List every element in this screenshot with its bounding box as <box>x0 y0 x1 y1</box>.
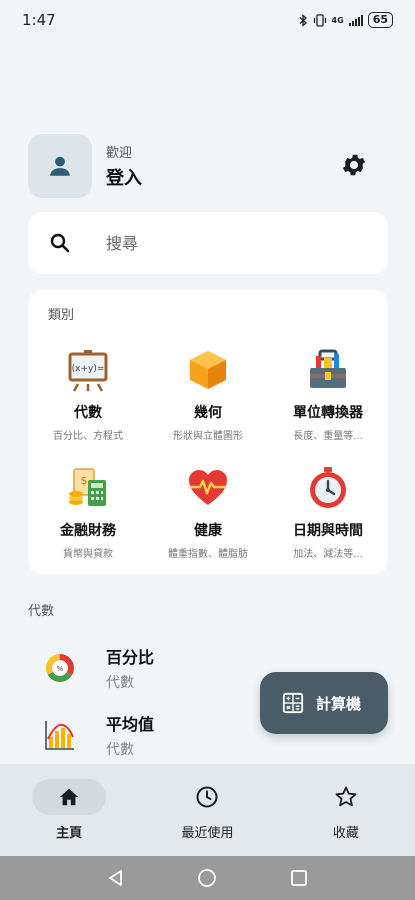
list-sub: 代數 <box>106 742 134 758</box>
battery-indicator: 65 <box>367 12 393 28</box>
nav-recent-pill[interactable] <box>170 779 244 815</box>
section-title: 代數 <box>28 604 55 619</box>
easel-algebra-icon: (x+y)= <box>68 350 108 392</box>
category-sub: 形狀與立體圖形 <box>173 431 243 442</box>
signal-icon <box>348 14 363 26</box>
heart-icon <box>189 470 227 505</box>
welcome-block: 歡迎 登入 <box>106 142 142 190</box>
vibrate-icon <box>313 13 326 27</box>
category-sub: 貨幣與貸款 <box>63 549 113 560</box>
svg-text:%: % <box>57 665 64 673</box>
list-title: 平均值 <box>106 715 155 734</box>
category-card: 類別 (x+y)= 代數 百分比、方程式 幾何 形狀與立體圖形 單位轉換器 長度… <box>28 290 388 574</box>
category-sub: 長度、重量等... <box>293 431 363 442</box>
category-sub: 體重指數、體脂肪 <box>168 549 248 560</box>
login-link[interactable]: 登入 <box>106 164 142 190</box>
category-name: 金融財務 <box>60 523 116 539</box>
list-title: 百分比 <box>106 648 155 667</box>
system-navigation <box>0 856 415 900</box>
category-name: 健康 <box>194 523 222 539</box>
calculator-label: 計算機 <box>316 694 362 713</box>
stopwatch-icon <box>310 467 346 508</box>
category-name: 代數 <box>74 405 102 421</box>
category-finance[interactable]: $ 金融財務 貨幣與貸款 <box>28 466 148 562</box>
home-button[interactable] <box>196 867 218 889</box>
calculator-button[interactable]: 計算機 <box>260 672 388 734</box>
search-icon <box>50 233 70 253</box>
list-sub: 代數 <box>106 675 134 691</box>
list-texts: 平均值 代數 <box>106 711 154 759</box>
status-time: 1:47 <box>22 11 56 29</box>
category-algebra[interactable]: (x+y)= 代數 百分比、方程式 <box>28 348 148 444</box>
calculator-icon <box>282 692 304 714</box>
person-icon <box>50 156 70 176</box>
nav-recent[interactable]: 最近使用 <box>138 764 276 856</box>
bottom-navigation: 主頁 最近使用 收藏 <box>0 764 415 856</box>
star-icon <box>335 786 357 807</box>
toolbox-icon <box>310 349 346 388</box>
back-button[interactable] <box>105 867 127 889</box>
avatar[interactable] <box>28 134 92 198</box>
search-bar[interactable] <box>28 212 388 274</box>
list-item-average[interactable]: 平均值 代數 <box>44 707 244 763</box>
bar-chart-icon <box>45 721 74 750</box>
category-health[interactable]: 健康 體重指數、體脂肪 <box>148 466 268 562</box>
category-date-time[interactable]: 日期與時間 加法、減法等... <box>268 466 388 562</box>
nav-recent-label: 最近使用 <box>181 826 234 841</box>
percent-ring-icon: % <box>46 654 74 682</box>
category-name: 幾何 <box>194 405 222 421</box>
list-texts: 百分比 代數 <box>106 644 154 692</box>
category-sub: 百分比、方程式 <box>53 431 123 442</box>
nav-favorites-pill[interactable] <box>309 779 383 815</box>
recents-button[interactable] <box>288 867 310 889</box>
list-item-percentage[interactable]: % 百分比 代數 <box>44 640 244 696</box>
nav-home-label: 主頁 <box>56 826 83 841</box>
gear-icon[interactable] <box>340 151 368 179</box>
recents-square-icon <box>291 870 308 886</box>
welcome-label: 歡迎 <box>106 146 133 161</box>
category-unit-converter[interactable]: 單位轉換器 長度、重量等... <box>268 348 388 444</box>
nav-favorites-label: 收藏 <box>332 826 359 841</box>
category-title: 類別 <box>48 308 75 323</box>
cube-icon <box>190 351 226 389</box>
status-bar: 1:47 4G 65 <box>0 0 415 40</box>
category-name: 單位轉換器 <box>293 405 363 421</box>
nav-home[interactable]: 主頁 <box>0 764 138 856</box>
svg-text:$: $ <box>81 474 88 487</box>
category-geometry[interactable]: 幾何 形狀與立體圖形 <box>148 348 268 444</box>
status-icons: 4G 65 <box>299 12 393 28</box>
home-circle-icon <box>198 869 217 887</box>
back-triangle-icon <box>108 870 122 886</box>
nav-home-pill[interactable] <box>32 779 107 815</box>
finance-icon: $ <box>69 468 106 506</box>
network-type: 4G <box>331 15 344 25</box>
category-grid: (x+y)= 代數 百分比、方程式 幾何 形狀與立體圖形 單位轉換器 長度、重量… <box>28 348 388 562</box>
category-sub: 加法、減法等... <box>293 549 363 560</box>
nav-favorites[interactable]: 收藏 <box>277 764 415 856</box>
home-icon <box>59 788 79 806</box>
clock-icon <box>196 786 218 808</box>
profile-row[interactable]: 歡迎 登入 <box>28 133 388 199</box>
svg-text:(x+y)=: (x+y)= <box>72 364 105 374</box>
bluetooth-icon <box>299 13 307 27</box>
search-input[interactable] <box>106 233 326 253</box>
category-name: 日期與時間 <box>293 523 363 539</box>
